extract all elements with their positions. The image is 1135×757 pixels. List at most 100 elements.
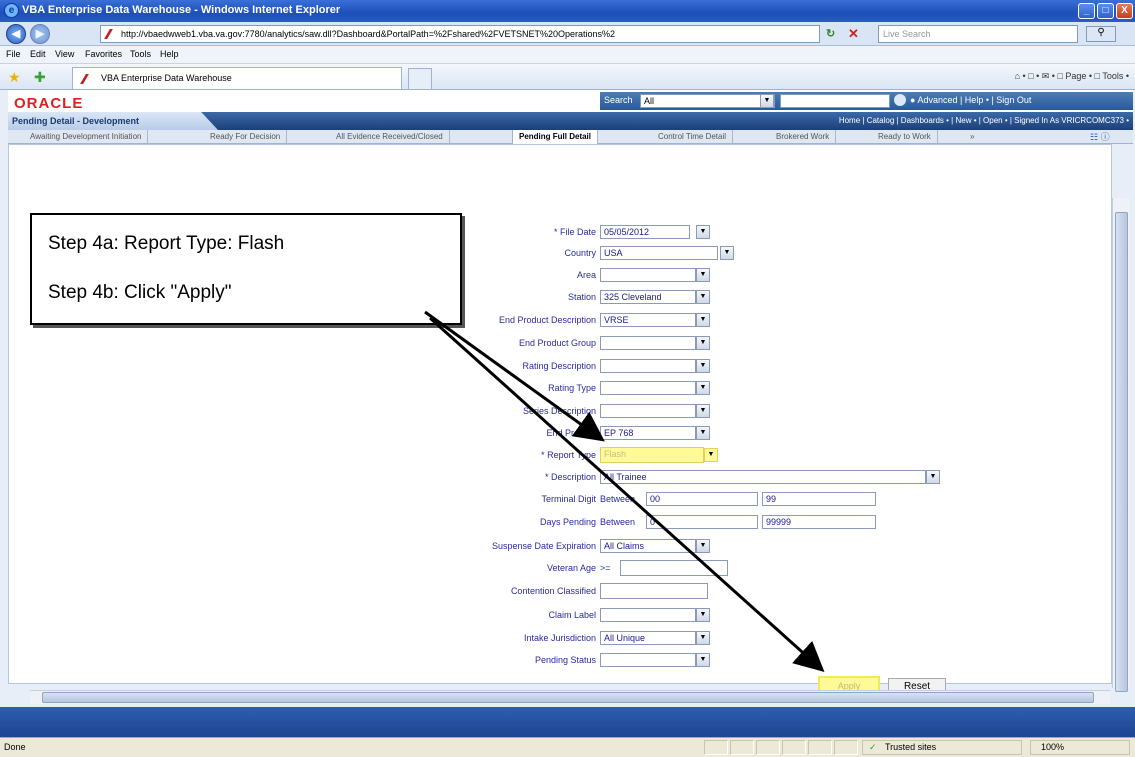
tab-more[interactable]: »	[964, 130, 980, 144]
page-options-icon[interactable]: ☷ ⓘ	[1090, 130, 1110, 143]
oracle-search-input[interactable]	[780, 94, 890, 108]
horizontal-scroll-thumb[interactable]	[42, 692, 1094, 703]
search-input[interactable]: Live Search	[878, 25, 1078, 43]
country-select[interactable]: USA	[600, 246, 718, 260]
chevron-down-icon[interactable]: ▼	[696, 539, 710, 553]
menu-favorites[interactable]: Favorites	[85, 49, 122, 59]
chevron-down-icon[interactable]: ▼	[696, 268, 710, 282]
terminal-digit-to[interactable]: 99	[762, 492, 876, 506]
veteran-age-label: Veteran Age	[546, 563, 596, 573]
series-description-select[interactable]	[600, 404, 696, 418]
description-select[interactable]: All Trainee	[600, 470, 926, 484]
chevron-down-icon[interactable]: ▼	[696, 608, 710, 622]
zoom-level: 100%	[1041, 742, 1065, 752]
suspense-date-select[interactable]: All Claims	[600, 539, 696, 553]
menu-edit[interactable]: Edit	[30, 49, 46, 59]
chevron-down-icon[interactable]: ▼	[696, 290, 710, 304]
veteran-age-input[interactable]	[620, 560, 728, 576]
address-input[interactable]: http://vbaedwweb1.vba.va.gov:7780/analyt…	[100, 25, 820, 43]
oracle-search-go-icon[interactable]	[894, 94, 906, 106]
ep-group-select[interactable]	[600, 336, 696, 350]
menu-help[interactable]: Help	[160, 49, 179, 59]
status-bar: Done ✓ Trusted sites 100%	[0, 737, 1135, 757]
window-bottom-frame	[0, 707, 1135, 737]
browser-tab-label: VBA Enterprise Data Warehouse	[101, 73, 232, 83]
chevron-down-icon[interactable]: ▼	[696, 631, 710, 645]
command-bar[interactable]: ⌂ • □ • ✉ • □ Page • □ Tools •	[1015, 71, 1129, 82]
report-type-select[interactable]: Flash	[600, 447, 704, 463]
security-zone[interactable]: ✓ Trusted sites	[862, 740, 1022, 755]
oracle-header-links[interactable]: ● Advanced | Help • | Sign Out	[910, 95, 1031, 105]
days-pending-to[interactable]: 99999	[762, 515, 876, 529]
oracle-search-scope[interactable]: All	[640, 94, 775, 108]
rating-description-select[interactable]	[600, 359, 696, 373]
chevron-down-icon[interactable]: ▼	[760, 94, 774, 108]
chevron-down-icon[interactable]: ▼	[696, 426, 710, 440]
terminal-digit-label: Terminal Digit	[541, 494, 596, 504]
menu-file[interactable]: File	[6, 49, 21, 59]
maximize-button[interactable]: □	[1097, 3, 1114, 19]
station-select[interactable]: 325 Cleveland	[600, 290, 696, 304]
tab-ready-for-decision[interactable]: Ready For Decision	[204, 130, 288, 144]
chevron-down-icon[interactable]: ▼	[696, 359, 710, 373]
chevron-down-icon[interactable]: ▼	[696, 381, 710, 395]
area-select[interactable]	[600, 268, 696, 282]
stop-icon[interactable]: ✕	[848, 26, 859, 42]
status-cell	[704, 740, 728, 755]
calendar-icon[interactable]: ▼	[696, 225, 710, 239]
refresh-icon[interactable]: ↻	[826, 27, 835, 40]
browser-tab[interactable]: VBA Enterprise Data Warehouse	[72, 67, 402, 89]
dashboard-links[interactable]: Home | Catalog | Dashboards • | New • | …	[839, 116, 1129, 125]
horizontal-scrollbar[interactable]	[30, 690, 1110, 704]
forward-button[interactable]: ▶	[30, 24, 50, 44]
status-cell	[834, 740, 858, 755]
chevron-down-icon[interactable]: ▼	[696, 313, 710, 327]
claim-label-select[interactable]	[600, 608, 696, 622]
tab-awaiting-development[interactable]: Awaiting Development Initiation	[24, 130, 149, 144]
chevron-down-icon[interactable]: ▼	[926, 470, 940, 484]
report-type-label: * Report Type	[541, 450, 596, 460]
chevron-down-icon[interactable]: ▼	[696, 336, 710, 350]
callout-step-4a: Step 4a: Report Type: Flash	[48, 233, 285, 254]
ep-description-select[interactable]: VRSE	[600, 313, 696, 327]
vertical-scroll-thumb[interactable]	[1115, 212, 1128, 692]
tab-pending-full-detail[interactable]: Pending Full Detail	[512, 130, 599, 144]
menu-tools[interactable]: Tools	[130, 49, 151, 59]
pending-status-select[interactable]	[600, 653, 696, 667]
minimize-button[interactable]: _	[1078, 3, 1095, 19]
tab-row: ★ ✚ VBA Enterprise Data Warehouse ⌂ • □ …	[0, 64, 1135, 90]
terminal-digit-from[interactable]: 00	[646, 492, 758, 506]
days-pending-from[interactable]: 0	[646, 515, 758, 529]
favorites-star-icon[interactable]: ★	[8, 69, 21, 86]
intake-jurisdiction-select[interactable]: All Unique	[600, 631, 696, 645]
rating-type-label: Rating Type	[548, 383, 596, 393]
menu-view[interactable]: View	[55, 49, 74, 59]
rating-type-select[interactable]	[600, 381, 696, 395]
contention-input[interactable]	[600, 583, 708, 599]
search-go-icon[interactable]: ⚲	[1086, 26, 1116, 42]
file-date-field[interactable]: 05/05/2012	[600, 225, 690, 239]
end-product-label: End Product	[546, 428, 596, 438]
tab-brokered-work[interactable]: Brokered Work	[770, 130, 837, 144]
new-tab-button[interactable]	[408, 68, 432, 89]
chevron-down-icon[interactable]: ▼	[696, 653, 710, 667]
address-url: http://vbaedwweb1.vba.va.gov:7780/analyt…	[121, 29, 616, 39]
back-button[interactable]: ◀	[6, 24, 26, 44]
zoom-control[interactable]: 100%	[1030, 740, 1130, 755]
chevron-down-icon[interactable]: ▼	[704, 448, 718, 462]
dashboard-title: Pending Detail - Development	[8, 112, 218, 130]
status-cell	[730, 740, 754, 755]
chevron-down-icon[interactable]: ▼	[720, 246, 734, 260]
end-product-select[interactable]: EP 768	[600, 426, 696, 440]
terminal-digit-operator: Between	[600, 494, 636, 504]
tab-ready-to-work[interactable]: Ready to Work	[872, 130, 938, 144]
menu-bar: File Edit View Favorites Tools Help	[0, 46, 1135, 64]
tab-control-time-detail[interactable]: Control Time Detail	[652, 130, 734, 144]
add-favorites-icon[interactable]: ✚	[34, 69, 46, 86]
chevron-down-icon[interactable]: ▼	[696, 404, 710, 418]
tab-all-evidence[interactable]: All Evidence Received/Closed	[330, 130, 450, 144]
vertical-scrollbar[interactable]	[1112, 198, 1130, 692]
close-button[interactable]: X	[1116, 3, 1133, 19]
status-cell	[756, 740, 780, 755]
ie-logo-icon: e	[4, 3, 19, 18]
